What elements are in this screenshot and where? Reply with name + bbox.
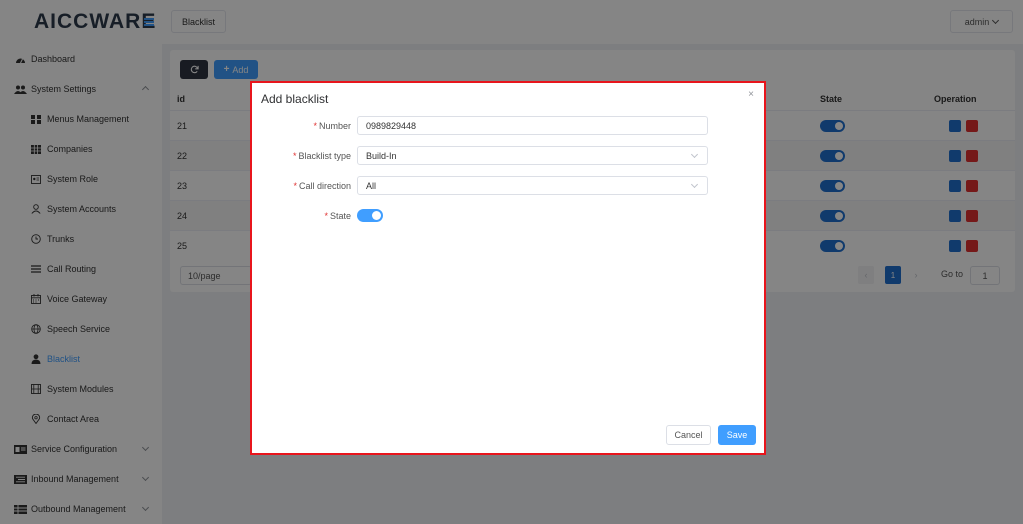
call-direction-value: All bbox=[366, 180, 377, 191]
chevron-down-icon bbox=[690, 150, 699, 159]
blacklist-type-select[interactable]: Build-In bbox=[357, 146, 708, 165]
blacklist-type-label: * Blacklist type bbox=[292, 151, 351, 161]
call-direction-select[interactable]: All bbox=[357, 176, 708, 195]
cancel-button[interactable]: Cancel bbox=[666, 425, 711, 445]
save-button[interactable]: Save bbox=[718, 425, 756, 445]
chevron-down-icon bbox=[690, 180, 699, 189]
number-value: 0989829448 bbox=[366, 120, 417, 131]
add-blacklist-dialog: Add blacklist × * Number 0989829448 * Blac… bbox=[250, 81, 766, 455]
state-switch[interactable] bbox=[357, 209, 383, 222]
call-direction-label: * Call direction bbox=[293, 181, 351, 191]
blacklist-type-value: Build-In bbox=[366, 150, 397, 161]
number-label: * Number bbox=[313, 121, 351, 131]
close-icon[interactable]: × bbox=[748, 89, 754, 100]
state-label: * State bbox=[324, 211, 351, 221]
number-input[interactable]: 0989829448 bbox=[357, 116, 708, 135]
dialog-title: Add blacklist bbox=[261, 92, 329, 106]
